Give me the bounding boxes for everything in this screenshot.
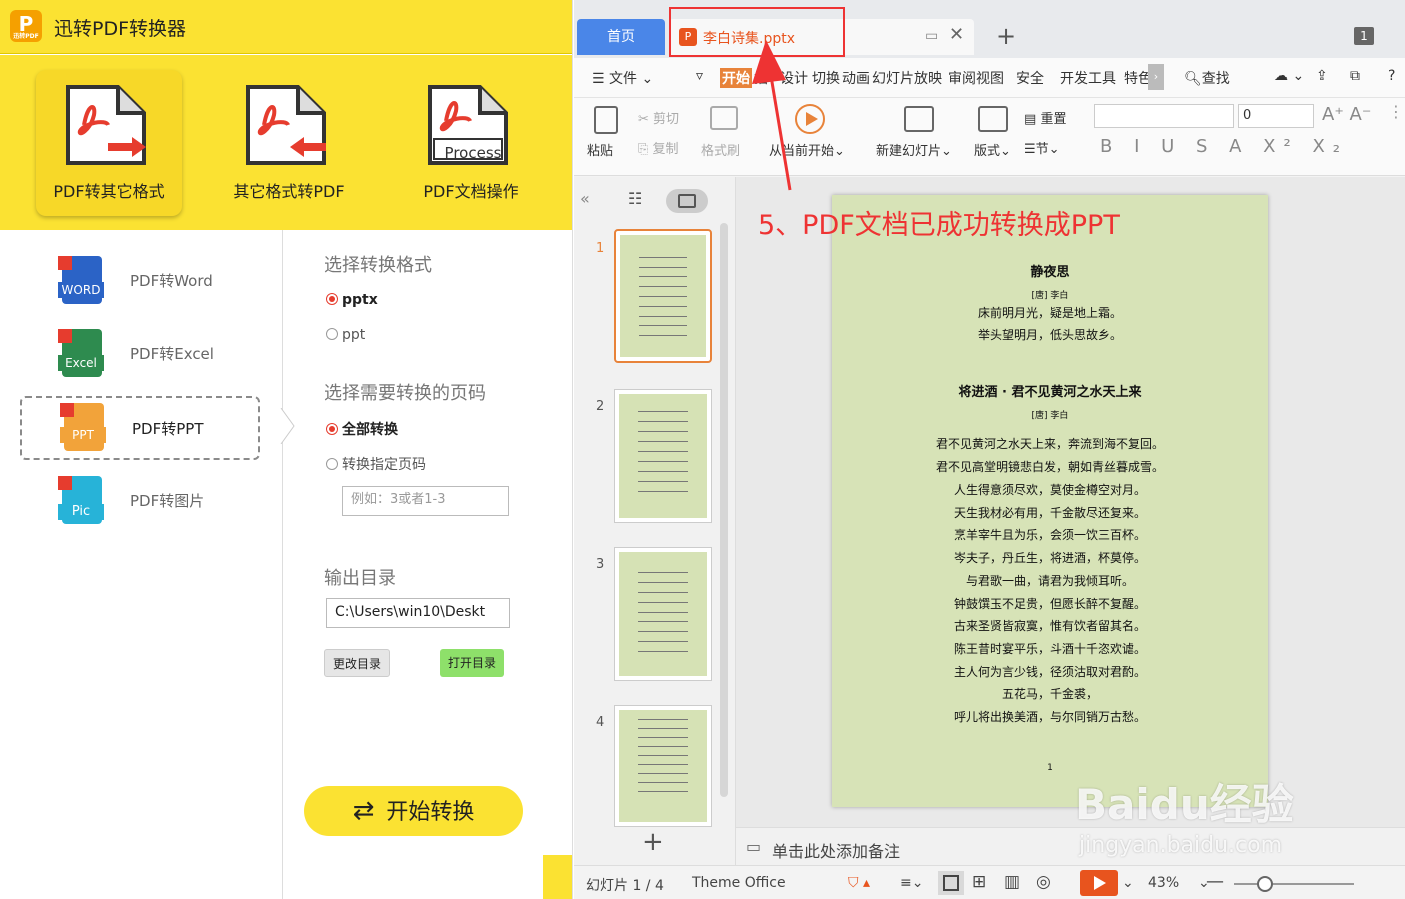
baidu-watermark: Baidu经验 jingyan.baidu.com — [1075, 755, 1335, 865]
watermark-url: jingyan.baidu.com — [1079, 833, 1283, 858]
watermark-logo: Baidu经验 — [1075, 780, 1294, 829]
highlight-box — [669, 7, 845, 57]
